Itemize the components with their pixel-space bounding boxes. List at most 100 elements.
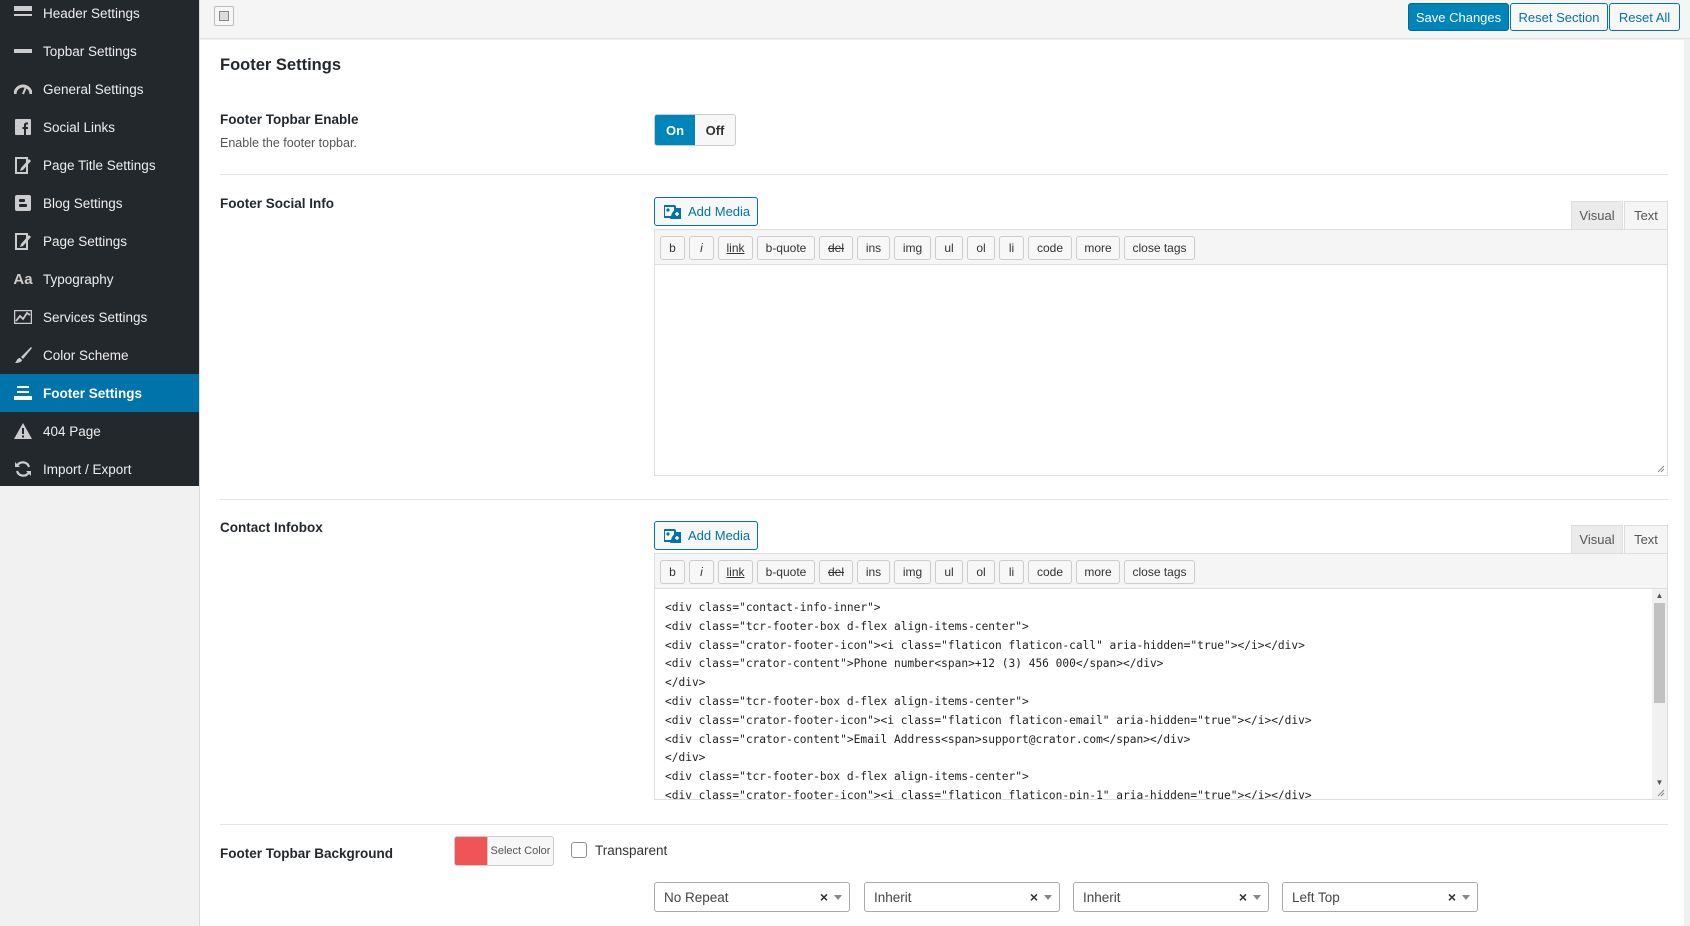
quicktag-del-button[interactable]: del xyxy=(819,560,853,584)
quicktag-ol-button[interactable]: ol xyxy=(967,560,995,584)
contact-infobox-textarea[interactable]: <div class="contact-info-inner"> <div cl… xyxy=(654,589,1668,800)
scroll-up-icon[interactable]: ▲ xyxy=(1655,591,1664,600)
transparent-checkbox[interactable] xyxy=(571,842,587,858)
add-media-label: Add Media xyxy=(688,528,751,543)
page-scrollbar[interactable] xyxy=(1684,40,1690,926)
chart-line-icon xyxy=(12,308,34,326)
header-icon xyxy=(12,4,34,22)
sidebar-item-services-settings[interactable]: Services Settings xyxy=(0,298,199,336)
background-position-select[interactable]: Left Top × xyxy=(1282,882,1478,912)
clear-icon[interactable]: × xyxy=(1239,889,1247,905)
clear-icon[interactable]: × xyxy=(820,889,828,905)
brush-icon xyxy=(12,346,34,364)
section-divider xyxy=(220,174,1668,175)
quicktag-italic-button[interactable]: i xyxy=(689,236,714,260)
expand-toggle-button[interactable] xyxy=(214,6,234,26)
sidebar-item-blog-settings[interactable]: Blog Settings xyxy=(0,184,199,222)
add-media-button[interactable]: Add Media xyxy=(654,197,758,226)
sidebar-item-header-settings[interactable]: Header Settings xyxy=(0,0,199,32)
switch-off-option[interactable]: Off xyxy=(695,115,735,145)
quicktag-link-button[interactable]: link xyxy=(718,560,753,584)
switch-on-option[interactable]: On xyxy=(655,115,695,145)
transparent-option[interactable]: Transparent xyxy=(571,842,667,858)
sidebar-item-label: Social Links xyxy=(43,119,116,135)
scrollbar-thumb[interactable] xyxy=(1654,603,1665,703)
quicktag-more-button[interactable]: more xyxy=(1076,560,1120,584)
chevron-down-icon[interactable] xyxy=(1462,895,1470,900)
minus-bar-icon xyxy=(12,42,34,60)
quicktag-bquote-button[interactable]: b-quote xyxy=(757,560,815,584)
background-size-select[interactable]: Inherit × xyxy=(864,882,1060,912)
edit-page-icon xyxy=(12,156,34,174)
section-divider xyxy=(220,499,1668,500)
quicktag-li-button[interactable]: li xyxy=(999,560,1024,584)
background-repeat-select[interactable]: No Repeat × xyxy=(654,882,850,912)
sidebar-item-typography[interactable]: Aa Typography xyxy=(0,260,199,298)
sidebar-item-topbar-settings[interactable]: Topbar Settings xyxy=(0,32,199,70)
clear-icon[interactable]: × xyxy=(1030,889,1038,905)
footer-topbar-switch[interactable]: On Off xyxy=(654,114,736,146)
add-media-button[interactable]: Add Media xyxy=(654,521,758,550)
quicktag-bold-button[interactable]: b xyxy=(660,560,685,584)
quicktag-ol-button[interactable]: ol xyxy=(967,236,995,260)
quicktag-bquote-button[interactable]: b-quote xyxy=(757,236,815,260)
sidebar-item-label: Header Settings xyxy=(43,5,140,21)
reset-all-button[interactable]: Reset All xyxy=(1609,3,1680,31)
quicktag-ul-button[interactable]: ul xyxy=(935,560,963,584)
select-value: No Repeat xyxy=(664,889,729,905)
resize-grip-icon[interactable] xyxy=(1656,464,1665,473)
chevron-down-icon[interactable] xyxy=(1044,895,1052,900)
edit-page-icon xyxy=(12,232,34,250)
sidebar-item-label: 404 Page xyxy=(43,423,101,439)
quicktag-li-button[interactable]: li xyxy=(999,236,1024,260)
quicktag-ins-button[interactable]: ins xyxy=(857,236,890,260)
chevron-down-icon[interactable] xyxy=(1253,895,1261,900)
facebook-icon xyxy=(12,118,34,136)
scroll-down-icon[interactable]: ▼ xyxy=(1655,778,1664,787)
quicktag-link-button[interactable]: link xyxy=(718,236,753,260)
sidebar-item-social-links[interactable]: Social Links xyxy=(0,108,199,146)
quicktag-code-button[interactable]: code xyxy=(1028,236,1072,260)
panel-icon xyxy=(219,11,229,21)
quicktag-img-button[interactable]: img xyxy=(894,236,931,260)
tab-text[interactable]: Text xyxy=(1624,201,1668,229)
quicktag-italic-button[interactable]: i xyxy=(689,560,714,584)
textarea-scrollbar[interactable]: ▲ ▼ xyxy=(1652,589,1667,799)
quicktag-code-button[interactable]: code xyxy=(1028,560,1072,584)
warning-icon xyxy=(12,422,34,440)
quicktag-ins-button[interactable]: ins xyxy=(857,560,890,584)
tab-visual[interactable]: Visual xyxy=(1571,525,1623,553)
save-changes-button[interactable]: Save Changes xyxy=(1408,3,1509,31)
footer-social-info-textarea[interactable] xyxy=(654,265,1668,476)
settings-sidebar: Header Settings Topbar Settings General … xyxy=(0,0,199,486)
sidebar-item-page-settings[interactable]: Page Settings xyxy=(0,222,199,260)
sidebar-item-color-scheme[interactable]: Color Scheme xyxy=(0,336,199,374)
sidebar-item-404-page[interactable]: 404 Page xyxy=(0,412,199,450)
sidebar-item-label: Page Title Settings xyxy=(43,157,156,173)
sidebar-item-label: Footer Settings xyxy=(43,385,143,401)
tab-text[interactable]: Text xyxy=(1624,525,1668,553)
select-color-button[interactable]: Select Color xyxy=(454,836,554,866)
sidebar-item-label: Page Settings xyxy=(43,233,128,249)
quicktag-del-button[interactable]: del xyxy=(819,236,853,260)
sidebar-item-footer-settings[interactable]: Footer Settings xyxy=(0,374,199,412)
reset-section-button[interactable]: Reset Section xyxy=(1510,3,1608,31)
sidebar-item-page-title-settings[interactable]: Page Title Settings xyxy=(0,146,199,184)
quicktag-img-button[interactable]: img xyxy=(894,560,931,584)
sidebar-item-general-settings[interactable]: General Settings xyxy=(0,70,199,108)
quicktag-close-tags-button[interactable]: close tags xyxy=(1124,236,1195,260)
background-attachment-select[interactable]: Inherit × xyxy=(1073,882,1269,912)
quicktag-ul-button[interactable]: ul xyxy=(935,236,963,260)
add-media-label: Add Media xyxy=(688,204,751,219)
tab-visual[interactable]: Visual xyxy=(1571,201,1623,229)
clear-icon[interactable]: × xyxy=(1448,889,1456,905)
quicktag-close-tags-button[interactable]: close tags xyxy=(1124,560,1195,584)
sidebar-item-import-export[interactable]: Import / Export xyxy=(0,450,199,488)
chevron-down-icon[interactable] xyxy=(834,895,842,900)
sidebar-item-label: Services Settings xyxy=(43,309,148,325)
typography-icon: Aa xyxy=(13,270,33,288)
resize-grip-icon[interactable] xyxy=(1656,788,1665,797)
quicktag-bold-button[interactable]: b xyxy=(660,236,685,260)
quicktags-toolbar: b i link b-quote del ins img ul ol li co… xyxy=(654,229,1668,265)
quicktag-more-button[interactable]: more xyxy=(1076,236,1120,260)
